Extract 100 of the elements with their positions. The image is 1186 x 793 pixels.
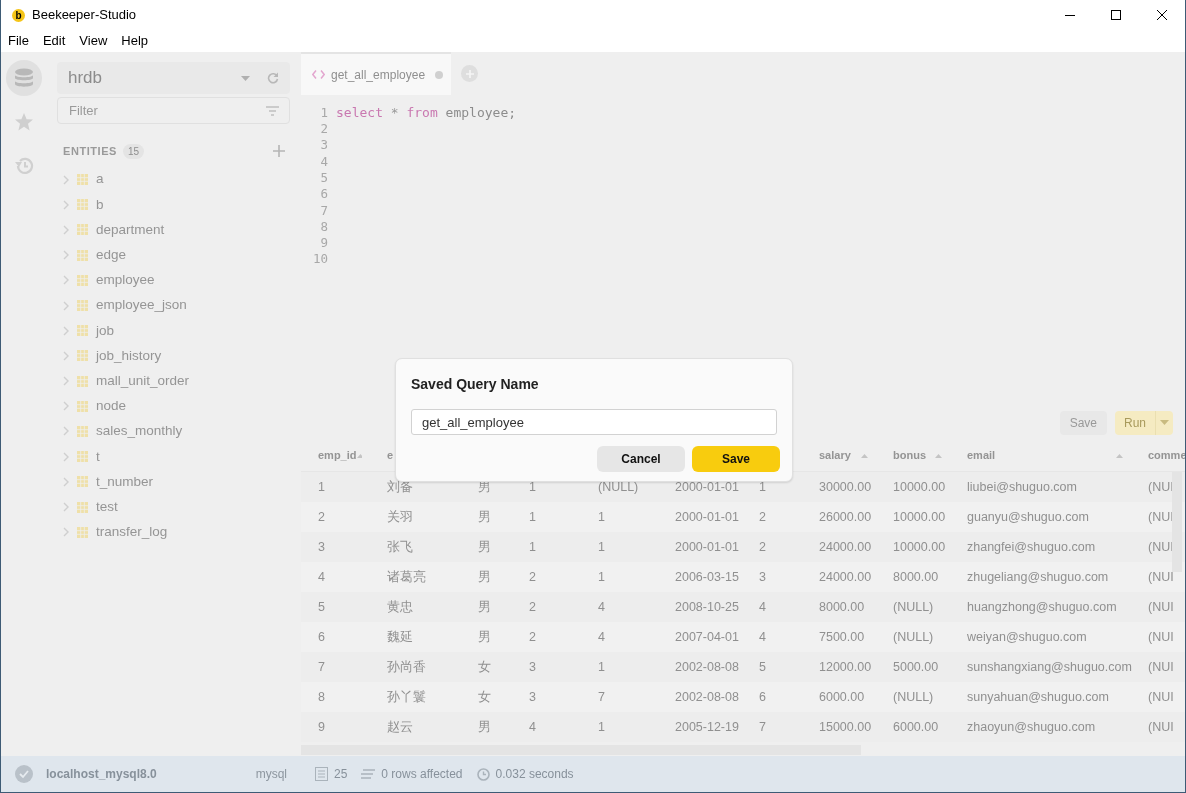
table-item[interactable]: transfer_log <box>57 519 290 545</box>
table-cell-text: (NUI <box>1147 598 1175 616</box>
table-item[interactable]: t_number <box>57 469 290 495</box>
query-duration: 0.032 seconds <box>495 766 574 783</box>
chevron-icon <box>63 426 69 437</box>
entities-count: 15 <box>122 143 145 159</box>
table-cell-text: sunshangxiang@shuguo.com <box>966 658 1131 676</box>
table-cell-text: zhugeliang@shuguo.com <box>966 568 1110 586</box>
table-cell-text: (NUI <box>1147 718 1175 736</box>
table-cell-text: 3 <box>758 568 767 586</box>
sort-icon[interactable] <box>1116 453 1123 458</box>
table-cell-text: 7500.00 <box>818 628 866 646</box>
table-item[interactable]: department <box>57 217 290 243</box>
table-icon <box>77 274 88 286</box>
line-number: 1 <box>319 103 328 122</box>
line-number: 4 <box>319 152 328 171</box>
table-cell-text: (NUI <box>1147 688 1175 706</box>
table-item[interactable]: sales_monthly <box>57 418 290 445</box>
database-select[interactable]: hrdb <box>57 62 290 94</box>
close-icon <box>1157 10 1167 20</box>
table-cell-text: 女 <box>477 688 492 706</box>
table-item[interactable]: mall_unit_order <box>57 368 290 394</box>
table-cell-text: 2002-08-08 <box>674 658 740 676</box>
table-cell-text: 2 <box>528 628 537 646</box>
table-cell-text: 2 <box>758 508 767 526</box>
caret-icon <box>241 75 250 81</box>
table-cell-text: 2000-01-01 <box>674 538 740 556</box>
entities-heading: ENTITIES <box>63 143 117 159</box>
menu-item[interactable]: Help <box>121 31 149 51</box>
table-cell-text: 2 <box>528 568 537 586</box>
table-cell-text: 关羽 <box>386 508 414 526</box>
table-cell-text: 2 <box>528 598 537 616</box>
table-cell-text: 1 <box>597 568 606 586</box>
table-icon <box>77 350 88 362</box>
table-cell-text: 12000.00 <box>818 658 873 676</box>
sort-icon[interactable] <box>356 453 362 458</box>
table-cell-text: 2006-03-15 <box>674 568 740 586</box>
column-header[interactable]: e <box>387 447 394 464</box>
menu-item[interactable]: Edit <box>42 31 66 51</box>
table-item[interactable]: node <box>57 393 290 419</box>
sort-icon[interactable] <box>861 453 868 458</box>
sort-icon[interactable] <box>935 453 942 458</box>
connection-driver: mysql <box>255 766 287 783</box>
table-cell-text: 1 <box>597 508 606 526</box>
code-icon <box>312 70 325 79</box>
table-item[interactable]: test <box>57 494 290 520</box>
table-cell-text: liubei@shuguo.com <box>966 478 1078 496</box>
table-cell-text: guanyu@shuguo.com <box>966 508 1090 526</box>
table-item[interactable]: job <box>57 318 290 344</box>
column-header[interactable]: bonus <box>893 447 926 464</box>
query-name-field[interactable]: get_all_employee <box>411 409 777 435</box>
filter-icon <box>266 106 279 116</box>
sidebar-nav-button[interactable] <box>5 60 42 96</box>
row-count: 25 <box>334 766 348 783</box>
chevron-icon <box>63 275 69 286</box>
table-cell-text: 6000.00 <box>818 688 866 706</box>
table-cell-text: 10000.00 <box>892 478 947 496</box>
table-item[interactable]: employee_json <box>57 292 290 319</box>
line-number: 3 <box>319 136 328 155</box>
table-cell-text: zhangfei@shuguo.com <box>966 538 1097 556</box>
query-tab[interactable]: get_all_employee <box>301 52 451 95</box>
table-cell-text: 5 <box>317 598 326 616</box>
table-cell-text: 4 <box>317 568 326 586</box>
table-icon <box>77 300 88 312</box>
column-header[interactable]: emp_id <box>318 447 357 464</box>
refresh-icon <box>267 72 279 84</box>
table-icon <box>77 199 88 211</box>
save-button[interactable]: Save <box>692 446 780 472</box>
filter-field[interactable]: Filter <box>57 97 290 124</box>
line-number: 2 <box>319 120 328 139</box>
cancel-button[interactable]: Cancel <box>597 446 685 472</box>
table-cell-text: 3 <box>528 658 537 676</box>
table-cell-text: 3 <box>528 688 537 706</box>
table-item[interactable]: b <box>57 192 290 218</box>
table-cell-text: 1 <box>597 658 606 676</box>
column-header[interactable]: email <box>967 447 996 464</box>
table-item[interactable]: edge <box>57 242 290 268</box>
table-item[interactable]: t <box>57 444 290 470</box>
column-header[interactable]: salary <box>819 447 851 464</box>
table-cell-text: 2 <box>317 508 326 526</box>
line-number: 5 <box>319 168 328 187</box>
table-cell-text: 男 <box>477 598 492 616</box>
rows-affected: 0 rows affected <box>381 766 463 783</box>
menu-item[interactable]: File <box>8 31 29 51</box>
table-cell-text: 男 <box>477 538 492 556</box>
chevron-icon <box>63 502 69 513</box>
table-cell-text: huangzhong@shuguo.com <box>966 598 1118 616</box>
table-cell-text: 2005-12-19 <box>674 718 740 736</box>
table-cell-text: 孙尚香 <box>386 658 427 676</box>
menu-item[interactable]: View <box>79 31 108 51</box>
table-item[interactable]: job_history <box>57 343 290 369</box>
table-cell-text: 2008-10-25 <box>674 598 740 616</box>
add-icon[interactable] <box>273 145 285 157</box>
save-query-button[interactable]: Save <box>1059 410 1107 435</box>
table-cell-text: 7 <box>597 688 606 706</box>
table-item[interactable]: employee <box>57 267 290 293</box>
table-item[interactable]: a <box>57 167 290 193</box>
table-cell-text: 4 <box>597 598 606 616</box>
history-icon <box>13 156 34 176</box>
connection-name[interactable]: localhost_mysql8.0 <box>46 765 157 783</box>
